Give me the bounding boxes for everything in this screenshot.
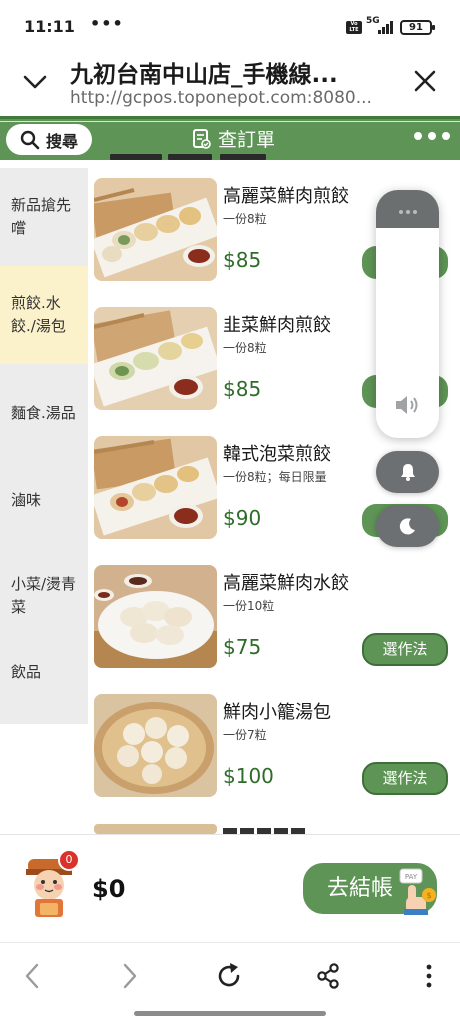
browser-title-bar: 九初台南中山店_手機線... http://gcpos.toponepot.co…	[0, 50, 460, 116]
product-card[interactable]: 高麗菜鮮肉水餃 一份10粒 $75 選作法	[94, 565, 452, 675]
category-label: 小菜/燙青菜	[11, 575, 77, 616]
battery-icon: 91	[400, 20, 435, 35]
order-lookup-button[interactable]: 查訂單	[192, 125, 275, 152]
order-lookup-label: 查訂單	[218, 129, 276, 151]
product-image	[94, 178, 217, 281]
category-label: 新品搶先嚐	[11, 196, 72, 237]
pay-label: PAY	[405, 873, 418, 881]
home-indicator[interactable]	[134, 1011, 326, 1016]
product-price: $85	[223, 248, 262, 272]
product-name: 韓式泡菜煎餃	[223, 444, 331, 465]
search-icon	[20, 130, 40, 149]
product-desc: 一份10粒	[223, 599, 275, 613]
volume-options-handle[interactable]	[376, 190, 439, 228]
product-image	[94, 565, 217, 668]
status-time: 11:11	[24, 17, 75, 36]
cart-count-badge: 0	[58, 849, 80, 871]
search-label: 搜尋	[45, 131, 78, 151]
volume-slider[interactable]	[376, 190, 439, 438]
notification-dots: •••	[90, 14, 124, 33]
product-name: 韭菜鮮肉煎餃	[223, 315, 331, 336]
category-label: 飲品	[11, 662, 42, 681]
svg-text:$: $	[426, 891, 431, 900]
share-icon[interactable]	[313, 961, 343, 991]
category-sidebar: 新品搶先嚐 煎餃.水餃./湯包 麵食.湯品 滷味 小菜/燙青菜 飲品	[0, 168, 88, 724]
dark-mode-button[interactable]	[376, 505, 439, 547]
choose-style-button[interactable]: 選作法	[362, 633, 448, 666]
product-image	[94, 436, 217, 539]
product-price: $75	[223, 635, 262, 659]
product-card[interactable]: 鮮肉小籠湯包 一份7粒 $100 選作法	[94, 694, 452, 804]
pay-hand-icon: PAY $	[399, 868, 436, 915]
product-name: 高麗菜鮮肉水餃	[223, 573, 349, 594]
more-options-icon[interactable]	[414, 132, 450, 140]
category-item-drinks[interactable]: 飲品	[0, 644, 88, 700]
product-desc: 一份7粒	[223, 728, 267, 742]
volte-icon: Vo LTE	[346, 21, 362, 34]
category-label: 滷味	[11, 490, 42, 509]
chevron-down-icon[interactable]	[22, 68, 48, 94]
product-price: $100	[223, 764, 274, 788]
speaker-icon	[396, 396, 418, 414]
product-name: 鮮肉小籠湯包	[223, 702, 331, 723]
product-name: 高麗菜鮮肉煎餃	[223, 186, 349, 207]
menu-icon[interactable]	[414, 961, 444, 991]
status-bar: 11:11 ••• Vo LTE 5G 91	[0, 0, 460, 50]
order-list-icon	[193, 128, 211, 149]
reload-icon[interactable]	[214, 961, 244, 991]
bell-icon	[400, 464, 415, 481]
category-item-new[interactable]: 新品搶先嚐	[0, 168, 88, 266]
close-icon[interactable]	[412, 68, 438, 94]
product-desc: 一份8粒；每日限量	[223, 470, 327, 484]
page-title: 九初台南中山店_手機線...	[70, 62, 338, 88]
category-item-noodles-soup[interactable]: 麵食.湯品	[0, 364, 88, 462]
product-price: $85	[223, 377, 262, 401]
product-desc: 一份8粒	[223, 212, 267, 226]
product-desc: 一份8粒	[223, 341, 267, 355]
moon-icon	[399, 518, 415, 535]
category-item-braised[interactable]: 滷味	[0, 462, 88, 538]
cart-bar: 0 $0 去結帳 PAY $	[0, 834, 460, 942]
ring-mode-button[interactable]	[376, 451, 439, 493]
back-icon[interactable]	[18, 961, 48, 991]
cart-total: $0	[92, 875, 126, 903]
product-card-partial	[94, 824, 305, 834]
category-item-dumplings[interactable]: 煎餃.水餃./湯包	[0, 266, 88, 364]
checkout-label: 去結帳	[327, 876, 394, 901]
signal-icon	[378, 21, 394, 34]
category-label: 煎餃.水餃./湯包	[11, 294, 66, 335]
forward-icon[interactable]	[114, 961, 144, 991]
section-header-partial	[110, 154, 270, 162]
page-url[interactable]: http://gcpos.toponepot.com:8080...	[70, 88, 390, 108]
choose-style-button[interactable]: 選作法	[362, 762, 448, 795]
product-image	[94, 694, 217, 797]
product-price: $90	[223, 506, 262, 530]
category-item-side-dishes[interactable]: 小菜/燙青菜	[0, 548, 88, 644]
product-image	[94, 307, 217, 410]
category-label: 麵食.湯品	[11, 403, 76, 422]
search-button[interactable]: 搜尋	[6, 124, 92, 155]
